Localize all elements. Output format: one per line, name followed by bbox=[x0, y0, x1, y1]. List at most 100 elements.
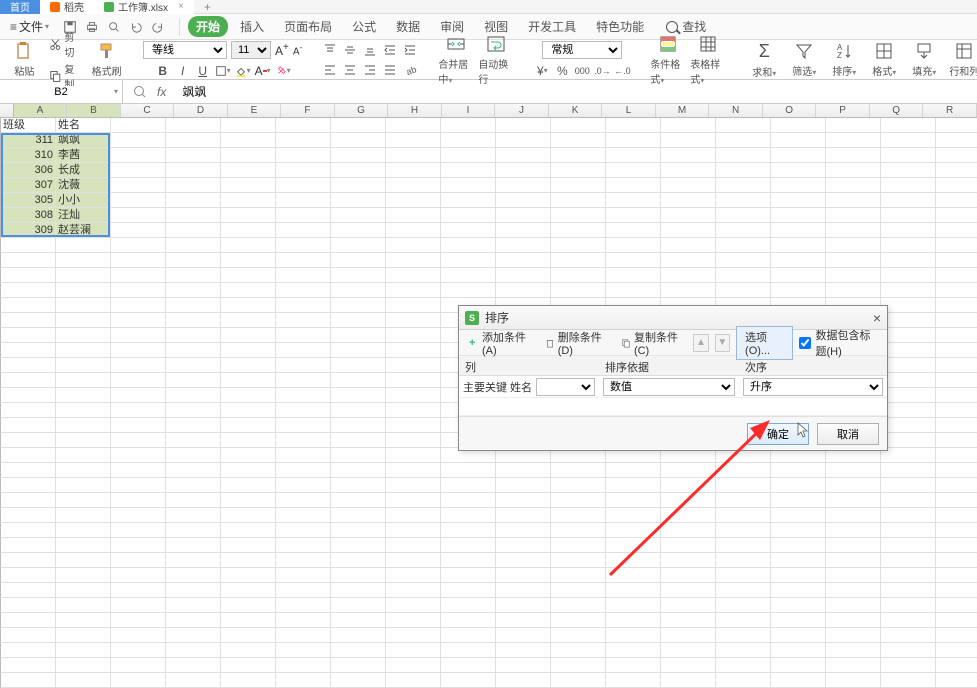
cell[interactable] bbox=[606, 673, 661, 688]
cell[interactable]: 沈薇 bbox=[56, 178, 111, 193]
cell[interactable] bbox=[386, 658, 441, 673]
cell[interactable] bbox=[56, 538, 111, 553]
cell[interactable] bbox=[166, 163, 221, 178]
cell[interactable] bbox=[716, 628, 771, 643]
add-condition-button[interactable]: + 添加条件(A) bbox=[465, 327, 535, 359]
cell[interactable] bbox=[276, 313, 331, 328]
cell[interactable] bbox=[111, 118, 166, 133]
cell[interactable] bbox=[111, 133, 166, 148]
cell[interactable] bbox=[881, 658, 936, 673]
cell[interactable] bbox=[1, 433, 56, 448]
cell[interactable] bbox=[111, 253, 166, 268]
cell[interactable] bbox=[606, 538, 661, 553]
cell[interactable] bbox=[551, 463, 606, 478]
cell[interactable] bbox=[221, 313, 276, 328]
cell[interactable] bbox=[331, 358, 386, 373]
cell[interactable] bbox=[1, 328, 56, 343]
cell[interactable]: 311 bbox=[1, 133, 56, 148]
cell[interactable] bbox=[771, 163, 826, 178]
cell[interactable] bbox=[166, 268, 221, 283]
cell[interactable] bbox=[331, 598, 386, 613]
cell[interactable] bbox=[441, 523, 496, 538]
cell[interactable] bbox=[56, 373, 111, 388]
cell[interactable] bbox=[221, 478, 276, 493]
cell[interactable] bbox=[826, 463, 881, 478]
cell[interactable] bbox=[496, 163, 551, 178]
cell[interactable] bbox=[111, 658, 166, 673]
cell[interactable] bbox=[496, 538, 551, 553]
cell[interactable] bbox=[826, 673, 881, 688]
cell[interactable] bbox=[166, 448, 221, 463]
cell[interactable] bbox=[606, 268, 661, 283]
cell[interactable] bbox=[331, 613, 386, 628]
cell[interactable] bbox=[606, 178, 661, 193]
cell[interactable] bbox=[661, 598, 716, 613]
cell[interactable] bbox=[386, 553, 441, 568]
cell[interactable] bbox=[111, 328, 166, 343]
cell[interactable] bbox=[386, 328, 441, 343]
cell[interactable] bbox=[166, 238, 221, 253]
cell[interactable] bbox=[1, 508, 56, 523]
col-header-D[interactable]: D bbox=[174, 104, 228, 117]
cell[interactable] bbox=[496, 523, 551, 538]
cell[interactable]: 小小 bbox=[56, 193, 111, 208]
cell[interactable] bbox=[881, 628, 936, 643]
move-up-button[interactable]: ▲ bbox=[693, 334, 708, 352]
cell[interactable] bbox=[936, 643, 977, 658]
cell[interactable] bbox=[771, 253, 826, 268]
cell[interactable] bbox=[441, 163, 496, 178]
cell[interactable] bbox=[936, 283, 977, 298]
cell[interactable] bbox=[716, 283, 771, 298]
cell[interactable] bbox=[881, 508, 936, 523]
bold-icon[interactable]: B bbox=[155, 63, 171, 79]
menu-file[interactable]: ≡ 文件 ▾ bbox=[6, 18, 53, 35]
cell[interactable] bbox=[221, 643, 276, 658]
cell[interactable] bbox=[551, 643, 606, 658]
cell[interactable] bbox=[661, 568, 716, 583]
cell[interactable] bbox=[56, 388, 111, 403]
cell[interactable] bbox=[881, 313, 936, 328]
cell[interactable] bbox=[936, 418, 977, 433]
cell[interactable] bbox=[331, 238, 386, 253]
cell[interactable] bbox=[826, 568, 881, 583]
cell[interactable] bbox=[496, 223, 551, 238]
cell[interactable] bbox=[1, 313, 56, 328]
align-middle-icon[interactable] bbox=[342, 42, 358, 58]
cell[interactable] bbox=[826, 163, 881, 178]
cell[interactable] bbox=[221, 538, 276, 553]
cell[interactable] bbox=[331, 343, 386, 358]
cell[interactable] bbox=[716, 553, 771, 568]
paste-button[interactable]: 粘贴 bbox=[8, 41, 41, 78]
cell[interactable] bbox=[331, 478, 386, 493]
cell[interactable] bbox=[606, 493, 661, 508]
menu-insert[interactable]: 插入 bbox=[232, 16, 272, 37]
col-header-J[interactable]: J bbox=[495, 104, 549, 117]
cell[interactable] bbox=[441, 208, 496, 223]
currency-icon[interactable]: ¥▾ bbox=[534, 63, 550, 79]
cell[interactable] bbox=[661, 283, 716, 298]
cell[interactable] bbox=[111, 433, 166, 448]
cell[interactable] bbox=[221, 343, 276, 358]
cell[interactable] bbox=[496, 238, 551, 253]
cell[interactable] bbox=[936, 193, 977, 208]
cell[interactable] bbox=[826, 658, 881, 673]
cell[interactable] bbox=[881, 418, 936, 433]
cell[interactable] bbox=[936, 658, 977, 673]
order-select[interactable]: 升序 bbox=[743, 378, 883, 396]
number-format-select[interactable]: 常规 bbox=[542, 41, 622, 59]
cell[interactable] bbox=[331, 118, 386, 133]
cell[interactable] bbox=[276, 268, 331, 283]
cell[interactable] bbox=[276, 133, 331, 148]
cell[interactable] bbox=[166, 328, 221, 343]
cell[interactable] bbox=[441, 178, 496, 193]
cancel-button[interactable]: 取消 bbox=[817, 423, 879, 445]
cell[interactable] bbox=[771, 118, 826, 133]
align-left-icon[interactable] bbox=[322, 62, 338, 78]
cell[interactable] bbox=[661, 223, 716, 238]
cell[interactable] bbox=[111, 568, 166, 583]
cell[interactable]: 309 bbox=[1, 223, 56, 238]
cell[interactable] bbox=[386, 463, 441, 478]
filter-button[interactable]: 筛选▾ bbox=[786, 41, 822, 78]
cell[interactable] bbox=[496, 208, 551, 223]
tab-close-icon[interactable]: × bbox=[178, 1, 184, 12]
